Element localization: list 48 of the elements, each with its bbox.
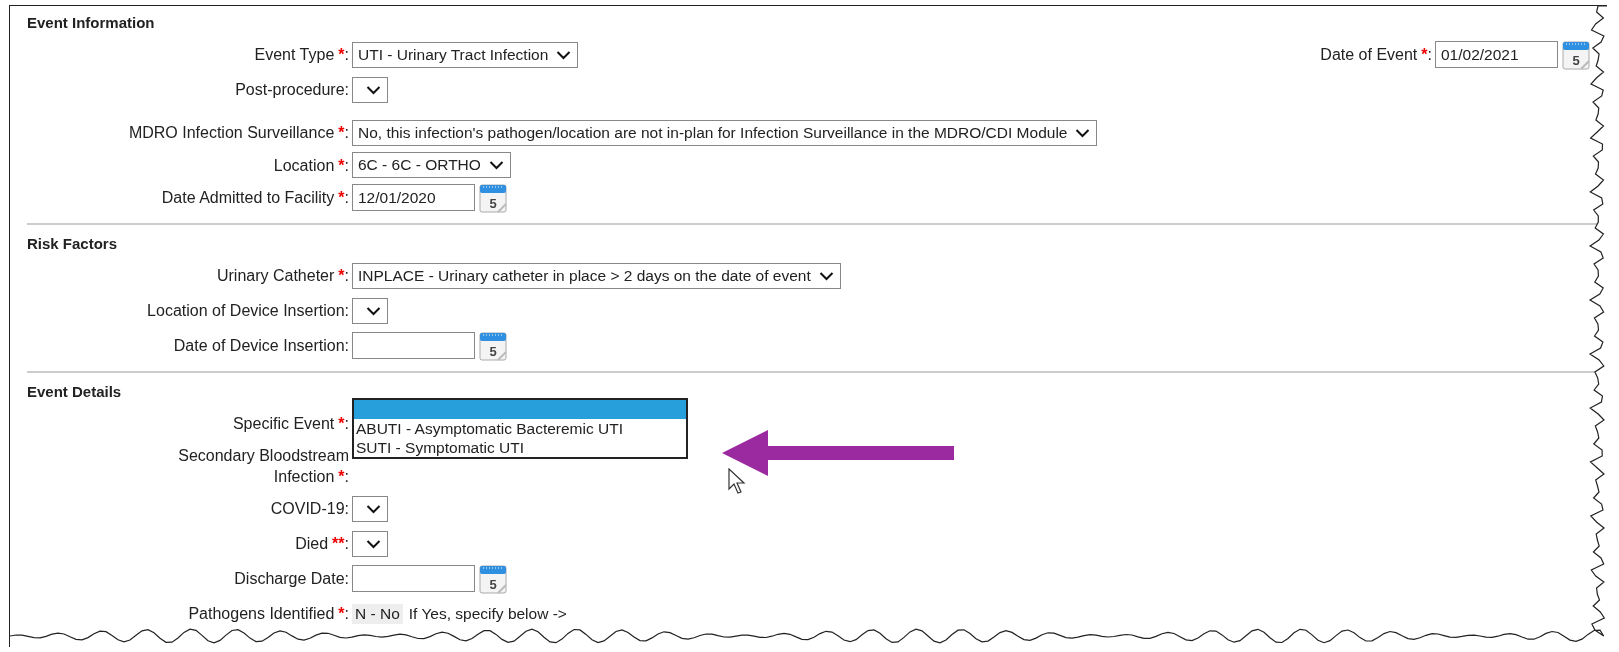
chevron-down-icon bbox=[556, 49, 572, 60]
dropdown[interactable] bbox=[352, 495, 388, 522]
field-label: Pathogens Identified *: bbox=[187, 604, 349, 624]
dropdown[interactable]: 6C - 6C - ORTHO bbox=[352, 152, 511, 178]
field-label: MDRO Infection Surveillance *: bbox=[127, 123, 349, 143]
chevron-down-icon bbox=[366, 503, 381, 514]
field-value: N - No bbox=[352, 603, 403, 624]
field-label: Event Type *: bbox=[253, 45, 349, 65]
dropdown[interactable] bbox=[352, 297, 388, 324]
list-option[interactable]: ABUTI - Asymptomatic Bacteremic UTI bbox=[354, 418, 686, 438]
chevron-down-icon bbox=[366, 538, 381, 549]
dropdown[interactable]: No, this infection's pathogen/location are not in-plan for Infection Surveillance in the MDRO/CDI Module bbox=[352, 119, 1098, 146]
field-label: Date of Event *: bbox=[1320, 45, 1432, 65]
hint-text: If Yes, specify below -> bbox=[408, 604, 567, 623]
calendar-icon[interactable]: 5 bbox=[478, 329, 508, 362]
chevron-down-icon bbox=[488, 160, 504, 170]
chevron-down-icon bbox=[366, 84, 381, 95]
dropdown[interactable] bbox=[352, 76, 388, 103]
field-label: Date Admitted to Facility *: bbox=[160, 188, 349, 208]
field-label: COVID-19: bbox=[269, 499, 349, 519]
calendar-icon[interactable]: 5 bbox=[478, 181, 508, 214]
chevron-down-icon bbox=[366, 305, 381, 316]
field-label: Secondary Bloodstream Infection *: bbox=[177, 446, 349, 487]
dropdown[interactable]: UTI - Urinary Tract Infection bbox=[352, 41, 579, 68]
chevron-down-icon bbox=[1075, 127, 1091, 138]
mouse-pointer-icon bbox=[728, 468, 748, 496]
section-title: Risk Factors bbox=[27, 235, 118, 252]
field-label: Post-procedure: bbox=[234, 80, 349, 100]
list-option[interactable]: SUTI - Symptomatic UTI bbox=[354, 437, 686, 457]
list-option[interactable] bbox=[354, 399, 686, 419]
field-label: Discharge Date: bbox=[233, 569, 349, 589]
dropdown[interactable] bbox=[352, 530, 388, 557]
field-label: Location of Device Insertion: bbox=[146, 301, 349, 321]
field-label: Location *: bbox=[272, 155, 349, 176]
section-title: Event Details bbox=[27, 383, 122, 400]
section-title: Event Information bbox=[27, 14, 155, 31]
field-label: Date of Device Insertion: bbox=[172, 336, 349, 356]
date-field[interactable]: 01/02/2021 bbox=[1435, 41, 1558, 68]
field-label: Urinary Catheter *: bbox=[215, 266, 349, 286]
field-label: Died **: bbox=[294, 534, 349, 554]
date-field[interactable] bbox=[352, 332, 475, 359]
chevron-down-icon bbox=[818, 270, 834, 281]
date-field[interactable]: 12/01/2020 bbox=[352, 184, 475, 211]
dropdown[interactable]: INPLACE - Urinary catheter in place > 2 days on the date of event bbox=[352, 262, 841, 289]
calendar-icon[interactable]: 5 bbox=[478, 562, 508, 595]
field-label: Specific Event *: bbox=[231, 414, 349, 434]
calendar-icon[interactable]: 5 bbox=[1561, 38, 1591, 71]
date-field[interactable] bbox=[352, 565, 475, 592]
